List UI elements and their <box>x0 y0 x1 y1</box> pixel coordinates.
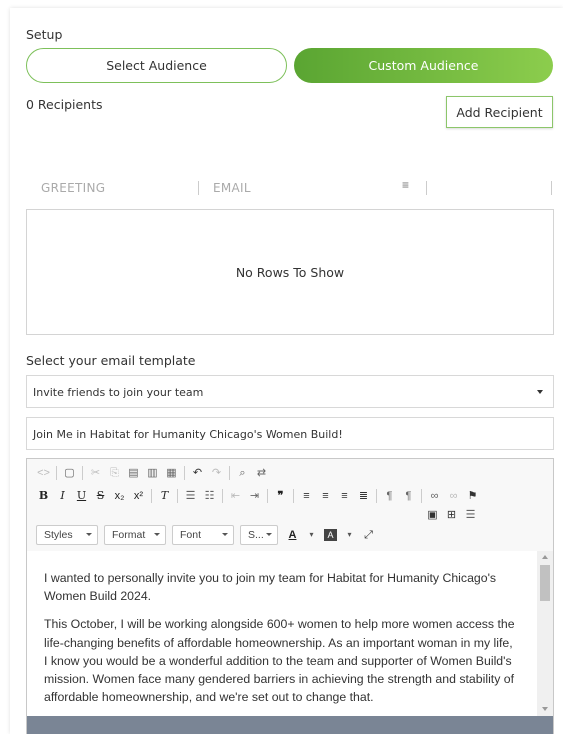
toolbar-separator <box>184 466 185 480</box>
outdent-icon[interactable]: ⇤ <box>229 487 242 505</box>
maximize-icon[interactable]: ⤢ <box>362 526 375 544</box>
column-separator[interactable] <box>198 181 199 195</box>
toolbar-separator <box>56 466 57 480</box>
indent-icon[interactable]: ⇥ <box>248 487 261 505</box>
toolbar-separator <box>229 466 230 480</box>
toolbar-separator <box>222 489 223 503</box>
chevron-down-icon <box>222 533 228 536</box>
paste-text-icon[interactable]: ▥ <box>146 464 159 482</box>
image-icon[interactable]: ▣ <box>426 506 439 524</box>
editor-status-bar <box>27 716 553 734</box>
editor-scrollbar[interactable] <box>537 551 553 716</box>
template-select-value: Invite friends to join your team <box>33 386 204 399</box>
align-left-icon[interactable]: ≡ <box>300 487 313 505</box>
toolbar-row-1: <> ▢ ✂ ⎘ ▤ ▥ ▦ ↶ ↷ ⌕ ⇄ <box>37 464 268 482</box>
chevron-down-icon <box>86 533 92 536</box>
bold-icon[interactable]: B <box>37 487 50 505</box>
scroll-up-icon[interactable] <box>542 555 548 559</box>
template-label: Select your email template <box>26 353 196 368</box>
align-right-icon[interactable]: ≡ <box>338 487 351 505</box>
template-select[interactable]: Invite friends to join your team <box>26 375 554 408</box>
remove-format-icon[interactable]: T <box>158 487 171 505</box>
subscript-icon[interactable]: x₂ <box>113 487 126 505</box>
chevron-down-icon <box>266 533 272 536</box>
chevron-down-icon <box>154 533 160 536</box>
add-recipient-button[interactable]: Add Recipient <box>446 96 553 128</box>
grid-header: GREETING EMAIL ≡ <box>26 176 554 202</box>
toolbar-row-2: B I U S x₂ x² T ☰ ☷ ⇤ ⇥ ❞ ≡ ≡ ≡ ≣ ¶ ¶ ∞ … <box>37 487 479 505</box>
text-color-icon[interactable]: A <box>286 526 299 544</box>
cut-icon[interactable]: ✂ <box>89 464 102 482</box>
recipients-grid: No Rows To Show <box>26 209 554 335</box>
bulleted-list-icon[interactable]: ☷ <box>203 487 216 505</box>
size-combo[interactable]: S... <box>240 525 278 545</box>
table-icon[interactable]: ⊞ <box>445 506 458 524</box>
background-color-icon[interactable]: A <box>324 529 337 541</box>
underline-icon[interactable]: U <box>75 487 88 505</box>
new-page-icon[interactable]: ▢ <box>63 464 76 482</box>
column-separator[interactable] <box>426 181 427 195</box>
find-icon[interactable]: ⌕ <box>236 464 249 482</box>
italic-icon[interactable]: I <box>56 487 69 505</box>
toolbar-separator <box>376 489 377 503</box>
toolbar-separator <box>267 489 268 503</box>
font-combo-label: Font <box>180 529 202 541</box>
toolbar-row-3: A ▾ A ▾ ⤢ <box>286 526 375 544</box>
toolbar-row-2b: ▣ ⊞ ☰ <box>426 506 477 524</box>
undo-icon[interactable]: ↶ <box>191 464 204 482</box>
font-combo[interactable]: Font <box>172 525 234 545</box>
horizontal-line-icon[interactable]: ☰ <box>464 506 477 524</box>
source-icon[interactable]: <> <box>37 464 50 482</box>
superscript-icon[interactable]: x² <box>132 487 145 505</box>
replace-icon[interactable]: ⇄ <box>255 464 268 482</box>
redo-icon[interactable]: ↷ <box>210 464 223 482</box>
toolbar-separator <box>82 466 83 480</box>
column-separator[interactable] <box>551 181 552 195</box>
styles-combo-label: Styles <box>44 529 73 541</box>
column-menu-icon[interactable]: ≡ <box>402 179 412 191</box>
scrollbar-thumb[interactable] <box>540 565 550 601</box>
blockquote-icon[interactable]: ❞ <box>274 487 287 505</box>
scroll-down-icon[interactable] <box>542 707 548 711</box>
toolbar-separator <box>293 489 294 503</box>
recipient-count: 0 Recipients <box>26 97 103 112</box>
custom-audience-button[interactable]: Custom Audience <box>294 48 553 83</box>
chevron-down-icon[interactable]: ▾ <box>343 526 356 544</box>
chevron-down-icon <box>537 390 543 394</box>
setup-title: Setup <box>26 27 63 42</box>
anchor-flag-icon[interactable]: ⚑ <box>466 487 479 505</box>
column-header-greeting[interactable]: GREETING <box>41 181 105 195</box>
select-audience-button[interactable]: Select Audience <box>26 48 287 83</box>
size-combo-label: S... <box>248 529 264 541</box>
align-justify-icon[interactable]: ≣ <box>357 487 370 505</box>
subject-input-value: Join Me in Habitat for Humanity Chicago'… <box>33 428 343 441</box>
toolbar-separator <box>177 489 178 503</box>
unlink-icon[interactable]: ∞ <box>447 487 460 505</box>
paste-icon[interactable]: ▤ <box>127 464 140 482</box>
ltr-icon[interactable]: ¶ <box>383 487 396 505</box>
styles-combo[interactable]: Styles <box>36 525 98 545</box>
editor-paragraph: I wanted to personally invite you to joi… <box>44 571 497 604</box>
align-center-icon[interactable]: ≡ <box>319 487 332 505</box>
strikethrough-icon[interactable]: S <box>94 487 107 505</box>
editor-content[interactable]: I wanted to personally invite you to joi… <box>27 551 537 716</box>
rtl-icon[interactable]: ¶ <box>402 487 415 505</box>
empty-grid-message: No Rows To Show <box>235 264 345 280</box>
copy-icon[interactable]: ⎘ <box>108 464 121 482</box>
paste-word-icon[interactable]: ▦ <box>165 464 178 482</box>
numbered-list-icon[interactable]: ☰ <box>184 487 197 505</box>
link-icon[interactable]: ∞ <box>428 487 441 505</box>
toolbar-separator <box>421 489 422 503</box>
subject-input[interactable]: Join Me in Habitat for Humanity Chicago'… <box>26 417 554 450</box>
format-combo-label: Format <box>112 529 146 541</box>
column-header-email[interactable]: EMAIL <box>213 181 251 195</box>
format-combo[interactable]: Format <box>104 525 166 545</box>
editor-paragraph: This October, I will be working alongsid… <box>44 617 515 705</box>
chevron-down-icon[interactable]: ▾ <box>305 526 318 544</box>
toolbar-separator <box>151 489 152 503</box>
